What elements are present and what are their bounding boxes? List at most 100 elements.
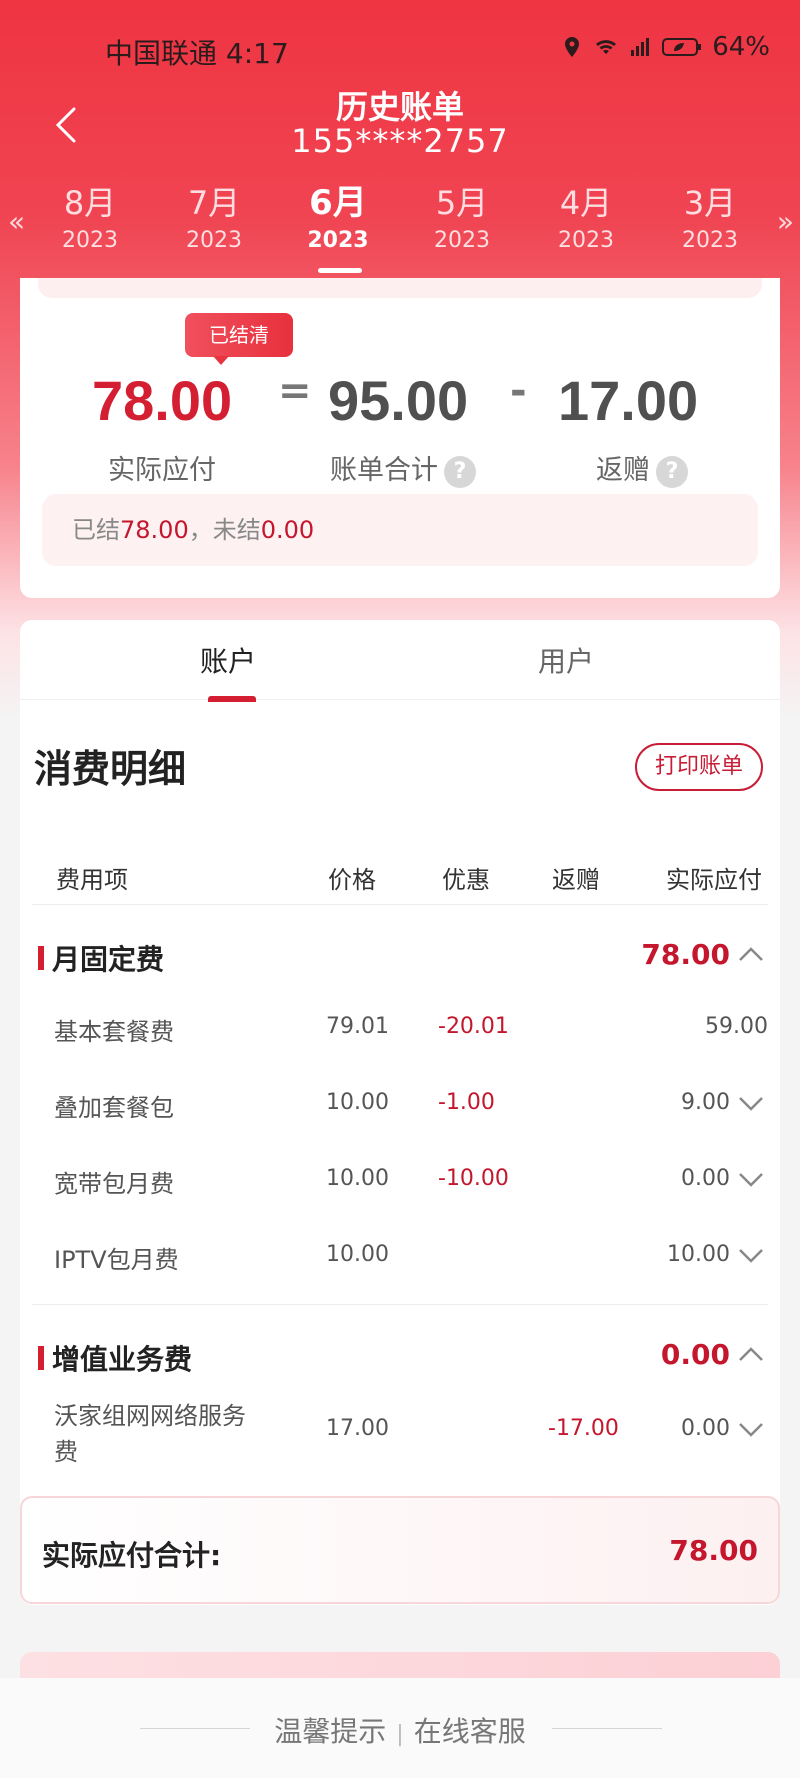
row-discount: -10.00 bbox=[438, 1166, 509, 1191]
year-label: 2023 bbox=[62, 228, 118, 253]
row-price: 79.01 bbox=[326, 1014, 389, 1039]
signal-icon bbox=[631, 38, 650, 56]
col-actual: 实际应付 bbox=[666, 866, 762, 894]
help-icon[interactable]: ? bbox=[656, 455, 688, 488]
col-item: 费用项 bbox=[56, 866, 128, 894]
row-name: 基本套餐费 bbox=[54, 1018, 174, 1046]
bill-summary-card: 已结清 78.00 = 95.00 - 17.00 实际应付 账单合计? 返赠?… bbox=[20, 278, 780, 598]
chevron-up-icon[interactable] bbox=[736, 1340, 766, 1370]
month-tab-apr[interactable]: 4月 2023 bbox=[524, 183, 648, 273]
help-icon[interactable]: ? bbox=[444, 455, 476, 488]
settled-value: 78.00 bbox=[120, 516, 189, 544]
row-name-line1: 沃家组网网络服务 bbox=[54, 1402, 246, 1430]
location-icon bbox=[565, 37, 580, 57]
group-title-fixed: 月固定费 bbox=[52, 943, 165, 976]
chevron-down-icon[interactable] bbox=[736, 1088, 766, 1118]
year-label: 2023 bbox=[558, 228, 614, 253]
settled-prefix: 已结 bbox=[72, 516, 120, 544]
row-rebate: -17.00 bbox=[548, 1416, 619, 1441]
year-label: 2023 bbox=[307, 228, 369, 253]
battery-icon bbox=[662, 38, 702, 56]
tabs: 账户 用户 bbox=[20, 620, 780, 702]
print-bill-button[interactable]: 打印账单 bbox=[635, 743, 763, 791]
row-price: 10.00 bbox=[326, 1090, 389, 1115]
divider bbox=[32, 904, 768, 905]
divider bbox=[32, 1304, 768, 1305]
actual-label: 实际应付 bbox=[108, 455, 216, 486]
month-label: 8月 bbox=[63, 184, 117, 222]
row-name: IPTV包月费 bbox=[54, 1246, 179, 1274]
footer-links: 温馨提示 | 在线客服 bbox=[0, 1710, 800, 1750]
equals-sign: = bbox=[278, 368, 312, 414]
month-tabs: 8月 2023 7月 2023 6月 2023 5月 2023 4月 2023 3月 202… bbox=[28, 183, 772, 273]
chevron-down-icon[interactable] bbox=[736, 1164, 766, 1194]
chevron-down-icon[interactable] bbox=[736, 1414, 766, 1444]
total-label-wrap: 账单合计? bbox=[330, 448, 476, 488]
tab-user[interactable]: 用户 bbox=[538, 640, 594, 680]
rebate-amount: 17.00 bbox=[558, 369, 699, 432]
carrier-time: 中国联通 4:17 bbox=[105, 37, 289, 70]
row-actual: 9.00 bbox=[681, 1090, 730, 1115]
row-price: 10.00 bbox=[326, 1166, 389, 1191]
section-title: 消费明细 bbox=[34, 747, 187, 791]
rebate-label: 返赠 bbox=[596, 455, 650, 486]
total-label: 账单合计 bbox=[330, 455, 438, 486]
month-tab-jun[interactable]: 6月 2023 bbox=[276, 183, 400, 273]
row-actual: 0.00 bbox=[681, 1416, 730, 1441]
chevron-down-icon[interactable] bbox=[736, 1240, 766, 1270]
tab-indicator bbox=[208, 696, 256, 702]
row-actual: 0.00 bbox=[681, 1166, 730, 1191]
status-badge: 已结清 bbox=[185, 313, 293, 365]
detail-card: 账户 用户 消费明细 打印账单 费用项 价格 优惠 返赠 实际应付 月固定费 7… bbox=[20, 620, 780, 1605]
year-label: 2023 bbox=[186, 228, 242, 253]
month-label: 5月 bbox=[435, 184, 489, 222]
month-next-icon[interactable]: » bbox=[777, 205, 794, 238]
month-tab-may[interactable]: 5月 2023 bbox=[400, 183, 524, 273]
month-tab-aug[interactable]: 8月 2023 bbox=[28, 183, 152, 273]
col-rebate: 返赠 bbox=[552, 866, 600, 894]
month-label: 6月 bbox=[309, 183, 367, 223]
tab-account[interactable]: 账户 bbox=[200, 640, 256, 680]
group-title-value-added: 增值业务费 bbox=[52, 1343, 193, 1376]
online-service-link[interactable]: 在线客服 bbox=[414, 1715, 526, 1748]
row-name-line2: 费 bbox=[54, 1438, 78, 1466]
month-tab-mar[interactable]: 3月 2023 bbox=[648, 183, 772, 273]
group-marker bbox=[38, 1346, 44, 1370]
month-prev-icon[interactable]: « bbox=[8, 205, 25, 238]
footer: 温馨提示 | 在线客服 bbox=[0, 1678, 800, 1778]
battery-percent: 64% bbox=[712, 32, 770, 62]
month-tab-jul[interactable]: 7月 2023 bbox=[152, 183, 276, 273]
row-price: 10.00 bbox=[326, 1242, 389, 1267]
row-price: 17.00 bbox=[326, 1416, 389, 1441]
actual-amount: 78.00 bbox=[92, 369, 233, 432]
group-amount-value-added: 0.00 bbox=[660, 1338, 730, 1371]
chevron-up-icon[interactable] bbox=[736, 940, 766, 970]
col-discount: 优惠 bbox=[442, 866, 490, 894]
row-actual: 59.00 bbox=[705, 1014, 768, 1039]
card-peek bbox=[38, 278, 762, 298]
month-label: 4月 bbox=[559, 184, 613, 222]
total-label: 实际应付合计: bbox=[42, 1539, 222, 1572]
wifi-icon bbox=[596, 40, 617, 54]
minus-sign: - bbox=[510, 368, 527, 414]
month-label: 3月 bbox=[683, 184, 737, 222]
status-icons: 64% bbox=[560, 32, 770, 62]
month-label: 7月 bbox=[187, 184, 241, 222]
total-summary: 实际应付合计: 78.00 bbox=[20, 1496, 780, 1604]
group-amount-fixed: 78.00 bbox=[641, 938, 730, 971]
total-value: 78.00 bbox=[669, 1534, 758, 1567]
row-discount: -20.01 bbox=[438, 1014, 509, 1039]
row-name: 叠加套餐包 bbox=[54, 1094, 174, 1122]
rebate-label-wrap: 返赠? bbox=[596, 448, 688, 488]
phone-number: 155****2757 bbox=[291, 122, 509, 160]
group-marker bbox=[38, 946, 44, 970]
tips-link[interactable]: 温馨提示 bbox=[274, 1715, 386, 1748]
year-label: 2023 bbox=[682, 228, 738, 253]
separator: | bbox=[396, 1722, 404, 1747]
year-label: 2023 bbox=[434, 228, 490, 253]
row-name: 宽带包月费 bbox=[54, 1170, 174, 1198]
col-price: 价格 bbox=[328, 866, 376, 894]
row-discount: -1.00 bbox=[438, 1090, 495, 1115]
total-amount: 95.00 bbox=[328, 369, 469, 432]
unsettled-value: 0.00 bbox=[260, 516, 315, 544]
